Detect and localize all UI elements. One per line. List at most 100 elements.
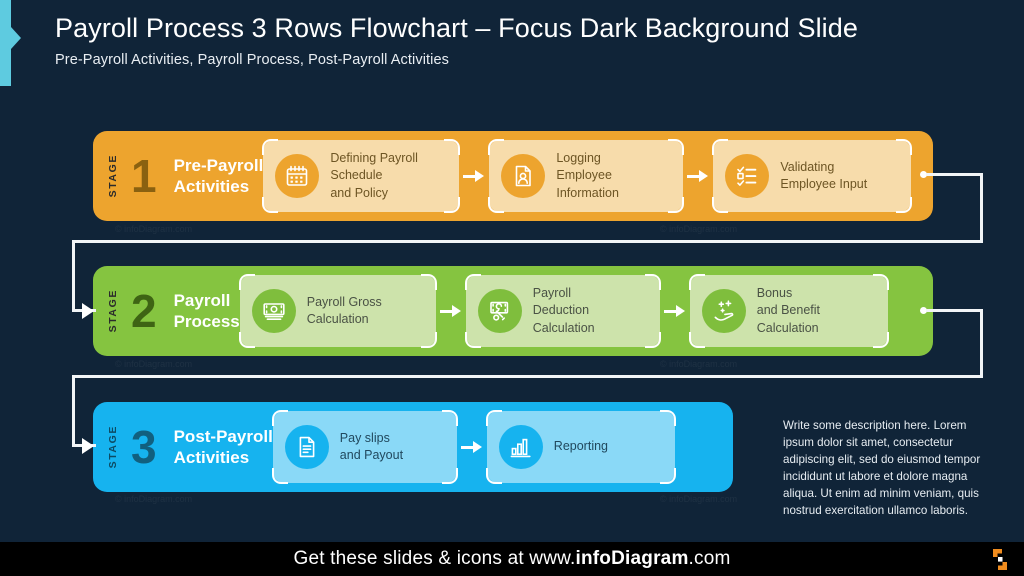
bracket-top-left bbox=[485, 410, 502, 426]
step-card-pay-slips-and-payout[interactable]: Pay slips and Payout bbox=[271, 410, 458, 484]
step-label-logging-employee-information: Logging Employee Information bbox=[556, 150, 619, 202]
step-card-reporting[interactable]: Reporting bbox=[485, 410, 676, 484]
bracket-bottom-right bbox=[441, 468, 458, 484]
stage-number-3: 3 bbox=[131, 421, 157, 473]
bracket-bottom-right bbox=[444, 197, 461, 213]
arrow-icon bbox=[662, 304, 688, 318]
label-line: Bonus bbox=[756, 286, 793, 301]
stage-title-1-line2: Activities bbox=[173, 177, 250, 196]
stage-block-1: STAGE 1 Pre-Payroll Activities bbox=[93, 153, 263, 199]
bracket-top-right bbox=[896, 139, 913, 155]
connector-2-seg-right bbox=[926, 309, 983, 312]
bracket-top-left bbox=[688, 274, 705, 290]
bracket-bottom-right bbox=[644, 332, 661, 348]
label-line: Information bbox=[556, 185, 619, 200]
connector-2-seg-down2 bbox=[72, 375, 75, 445]
stage-row-3[interactable]: STAGE 3 Post-Payroll Activities Pay slip… bbox=[93, 402, 733, 492]
bracket-top-right bbox=[420, 274, 437, 290]
step-card-defining-payroll-schedule[interactable]: Defining Payroll Schedule and Policy bbox=[262, 139, 461, 213]
stage-label-1: STAGE bbox=[107, 154, 119, 198]
stage-number-2: 2 bbox=[131, 285, 157, 337]
payslip-document-icon bbox=[284, 425, 329, 469]
step-label-defining-payroll-schedule: Defining Payroll Schedule and Policy bbox=[330, 150, 418, 202]
steps-row-2: Payroll Gross Calculation Payroll Deduct… bbox=[238, 274, 933, 348]
label-line: Validating bbox=[780, 159, 835, 174]
footer-brand: infoDiagram bbox=[575, 548, 689, 569]
label-line: Calculation bbox=[756, 320, 819, 335]
bracket-top-left bbox=[464, 274, 481, 290]
step-label-payroll-gross-calculation: Payroll Gross Calculation bbox=[307, 294, 382, 329]
footer-text-after: .com bbox=[688, 548, 731, 569]
step-label-bonus-and-benefit-calculation: Bonus and Benefit Calculation bbox=[757, 285, 820, 337]
bracket-top-right bbox=[872, 274, 889, 290]
step-card-bonus-and-benefit-calculation[interactable]: Bonus and Benefit Calculation bbox=[688, 274, 889, 348]
bracket-bottom-left bbox=[464, 332, 481, 348]
arrow-icon bbox=[438, 304, 464, 318]
stage-number-1: 1 bbox=[131, 150, 157, 202]
step-label-pay-slips-and-payout: Pay slips and Payout bbox=[340, 430, 403, 465]
label-line: and Payout bbox=[339, 448, 404, 462]
calendar-icon bbox=[275, 154, 320, 198]
label-line: Logging bbox=[556, 151, 601, 166]
label-line: Pay slips bbox=[339, 430, 390, 445]
steps-row-1: Defining Payroll Schedule and Policy Log… bbox=[262, 139, 933, 213]
bracket-top-right bbox=[444, 139, 461, 155]
checklist-icon bbox=[725, 154, 770, 198]
bracket-top-right bbox=[644, 274, 661, 290]
bracket-bottom-left bbox=[485, 468, 502, 484]
step-card-payroll-gross-calculation[interactable]: Payroll Gross Calculation bbox=[238, 274, 437, 348]
bracket-top-left bbox=[488, 139, 505, 155]
label-line: and Policy bbox=[330, 185, 389, 200]
banknote-cut-icon bbox=[477, 289, 522, 333]
label-line: Payroll bbox=[532, 286, 571, 301]
stage-label-3: STAGE bbox=[107, 425, 119, 469]
bracket-bottom-right bbox=[872, 332, 889, 348]
label-line: Schedule bbox=[330, 168, 383, 183]
connector-1-seg-down bbox=[980, 173, 983, 243]
banknote-icon bbox=[251, 289, 296, 333]
stage-title-3: Post-Payroll Activities bbox=[174, 426, 273, 469]
label-line: Employee Input bbox=[780, 177, 868, 191]
bracket-top-right bbox=[441, 410, 458, 426]
stage-row-1[interactable]: STAGE 1 Pre-Payroll Activities Defining … bbox=[93, 131, 933, 221]
step-card-logging-employee-information[interactable]: Logging Employee Information bbox=[488, 139, 685, 213]
footer-text-before: Get these slides & icons at www. bbox=[293, 548, 576, 569]
infodiagram-logo-icon[interactable] bbox=[989, 549, 1011, 570]
step-label-validating-employee-input: Validating Employee Input bbox=[780, 159, 867, 194]
bracket-top-right bbox=[668, 139, 685, 155]
bracket-top-left bbox=[712, 139, 729, 155]
stage-title-1: Pre-Payroll Activities bbox=[174, 155, 264, 198]
bracket-bottom-right bbox=[659, 468, 676, 484]
step-card-payroll-deduction-calculation[interactable]: Payroll Deduction Calculation bbox=[464, 274, 661, 348]
connector-1-seg-right bbox=[926, 173, 983, 176]
hand-bonus-icon bbox=[701, 289, 746, 333]
label-line: Payroll Gross bbox=[306, 294, 382, 309]
stage-block-2: STAGE 2 Payroll Process bbox=[93, 288, 240, 334]
arrow-icon bbox=[685, 169, 711, 183]
bracket-bottom-left bbox=[262, 197, 279, 213]
step-card-validating-employee-input[interactable]: Validating Employee Input bbox=[712, 139, 913, 213]
bracket-top-right bbox=[659, 410, 676, 426]
connector-2-seg-down bbox=[980, 309, 983, 377]
connector-2-arrowhead bbox=[82, 438, 94, 454]
connector-1-seg-down2 bbox=[72, 240, 75, 310]
bracket-top-left bbox=[238, 274, 255, 290]
stage-title-2-line1: Payroll bbox=[173, 290, 231, 310]
bracket-bottom-right bbox=[420, 332, 437, 348]
bracket-top-left bbox=[262, 139, 279, 155]
steps-row-3: Pay slips and Payout Reporting bbox=[271, 410, 733, 484]
bracket-top-left bbox=[271, 410, 288, 426]
step-label-reporting: Reporting bbox=[554, 438, 608, 455]
bar-chart-icon bbox=[498, 425, 543, 469]
stage-block-3: STAGE 3 Post-Payroll Activities bbox=[93, 424, 273, 470]
stage-label-2: STAGE bbox=[107, 289, 119, 333]
footer-bar: Get these slides & icons at www.infoDiag… bbox=[0, 542, 1024, 576]
label-line: Reporting bbox=[553, 439, 608, 454]
bracket-bottom-left bbox=[488, 197, 505, 213]
bracket-bottom-left bbox=[688, 332, 705, 348]
stage-row-2[interactable]: STAGE 2 Payroll Process Payroll Gross Ca… bbox=[93, 266, 933, 356]
stage-title-3-line1: Post-Payroll bbox=[173, 426, 273, 446]
description-text: Write some description here. Lorem ipsum… bbox=[783, 419, 981, 518]
label-line: Employee bbox=[556, 168, 612, 183]
label-line: Calculation bbox=[532, 320, 595, 335]
